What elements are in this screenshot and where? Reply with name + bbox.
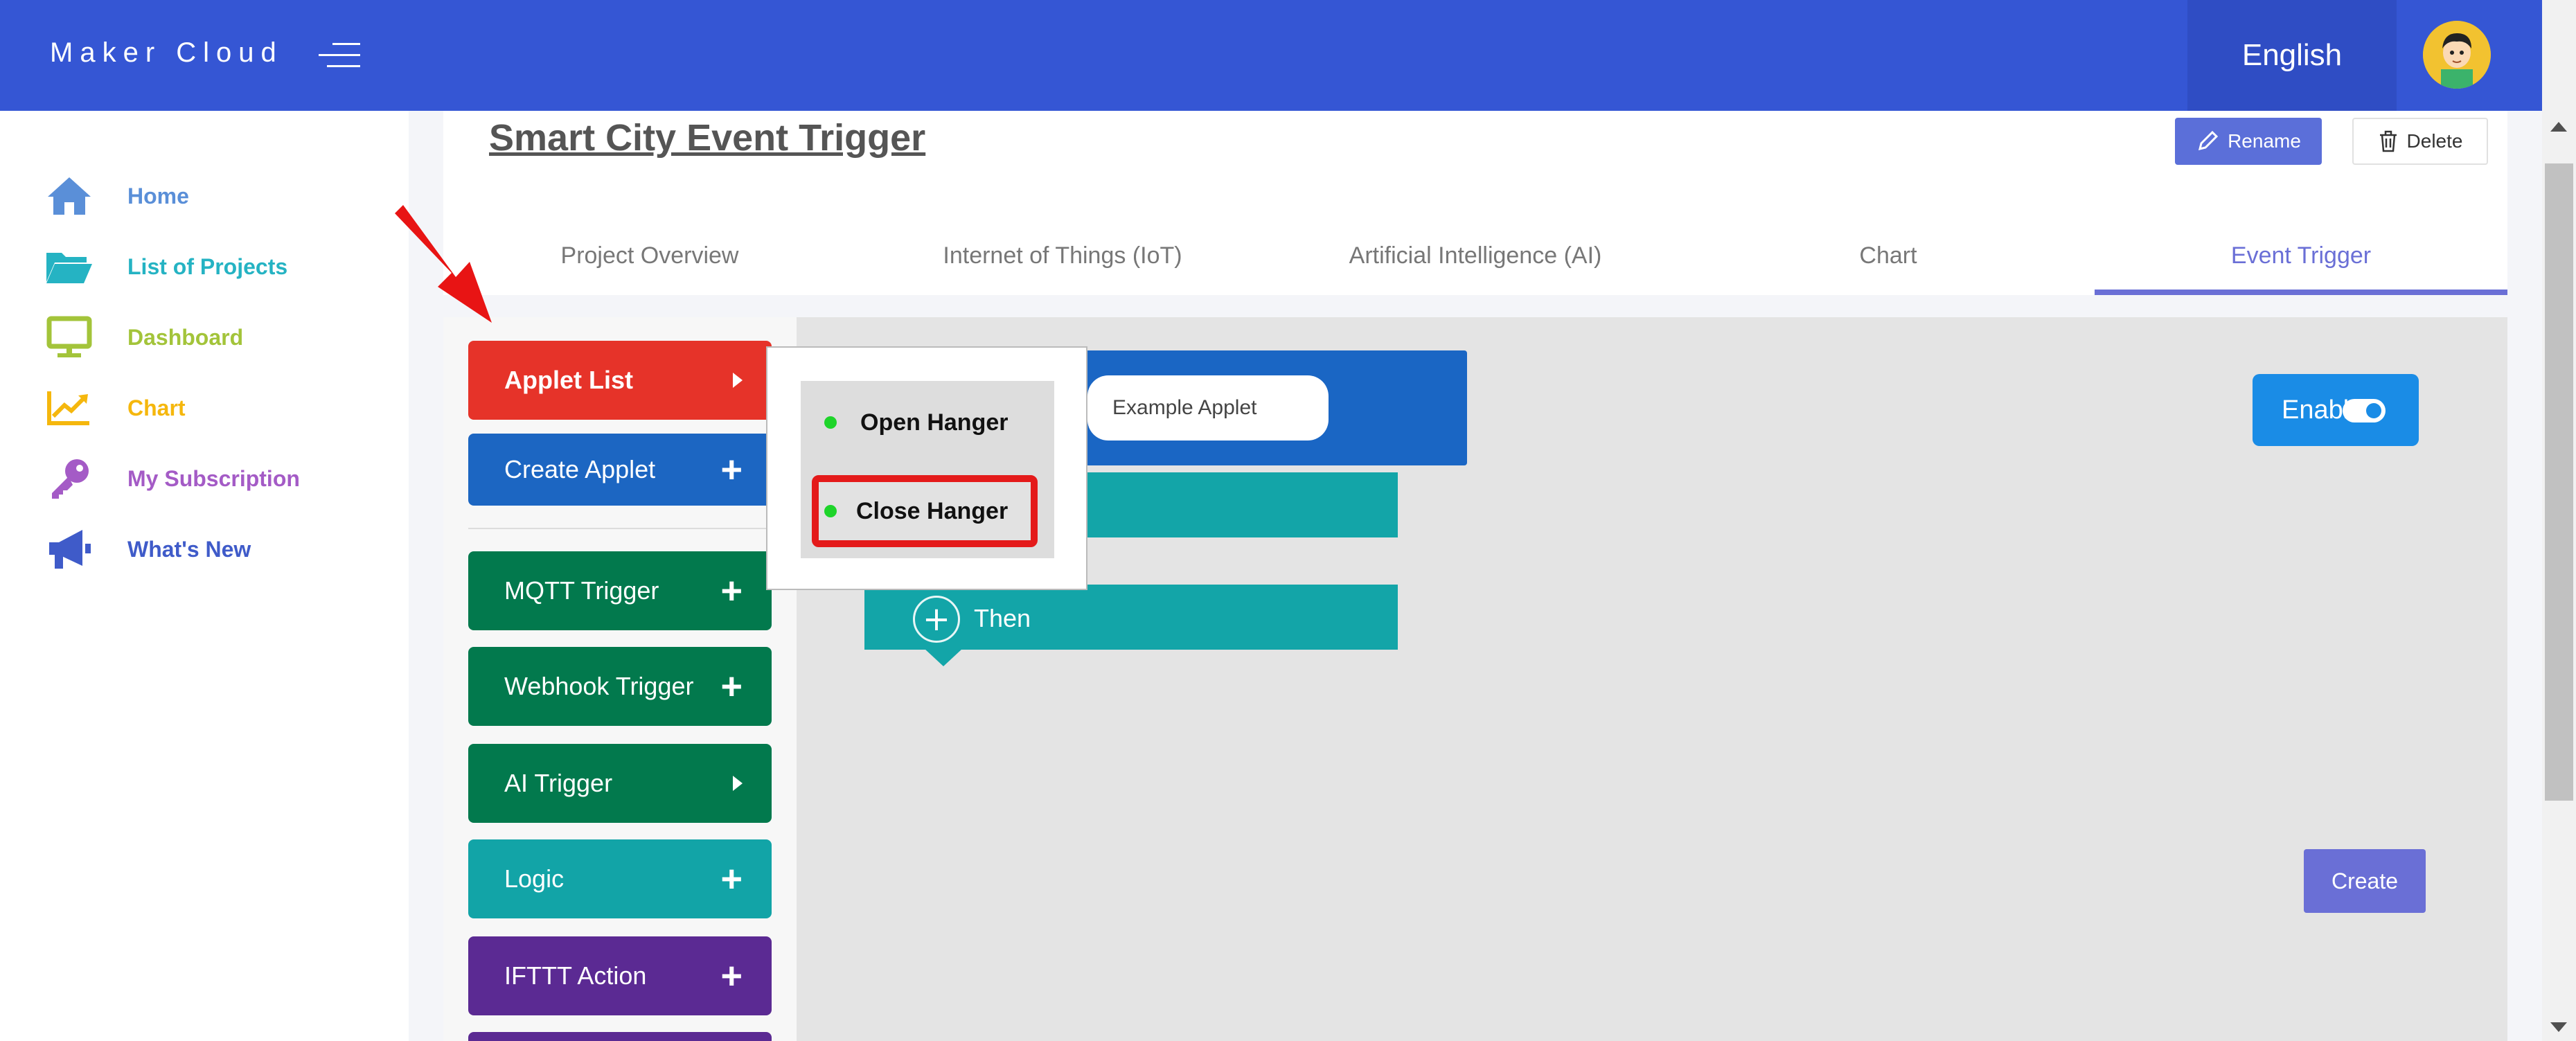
top-navbar: Maker Cloud English: [0, 0, 2542, 111]
status-dot-icon: [824, 416, 837, 429]
tab-iot[interactable]: Internet of Things (IoT): [856, 216, 1269, 295]
project-title[interactable]: Smart City Event Trigger: [489, 116, 925, 159]
then-block-notch: [924, 648, 963, 666]
palette-divider: [468, 528, 772, 529]
project-tabs: Project Overview Internet of Things (IoT…: [443, 216, 2507, 295]
megaphone-icon: [43, 525, 96, 573]
event-trigger-workspace: Applet List Create Applet + MQTT Trigger…: [443, 317, 2507, 1041]
language-selector[interactable]: English: [2187, 0, 2397, 111]
sidebar-item-home[interactable]: Home: [43, 172, 189, 220]
sidebar-item-whats-new[interactable]: What's New: [43, 525, 251, 573]
home-icon: [43, 172, 96, 220]
ifttt-action-label: IFTTT Action: [504, 961, 647, 990]
applet-list-label: Applet List: [504, 366, 633, 394]
enable-toggle-button[interactable]: Enable: [2253, 374, 2419, 446]
create-applet-button[interactable]: Create Applet +: [468, 434, 772, 506]
caret-right-icon: [733, 373, 743, 388]
folder-open-icon: [43, 242, 96, 291]
ifttt-action-button[interactable]: IFTTT Action +: [468, 936, 772, 1015]
open-hanger-label: Open Hanger: [860, 409, 1009, 436]
tab-project-overview[interactable]: Project Overview: [443, 216, 856, 295]
add-action-icon[interactable]: +: [913, 596, 960, 643]
sidebar-item-label: My Subscription: [127, 465, 300, 491]
avatar-face-icon: [2423, 21, 2491, 89]
toggle-switch-icon[interactable]: [2343, 399, 2386, 422]
page-scrollbar[interactable]: [2542, 0, 2576, 1041]
menu-toggle-icon[interactable]: [319, 43, 360, 68]
key-icon: [43, 454, 96, 503]
hanger-popup-menu: Open Hanger Close Hanger: [766, 346, 1087, 590]
main-content: Smart City Event Trigger Rename Delete P…: [443, 111, 2507, 1041]
close-hanger-label: Close Hanger: [856, 497, 1009, 524]
plus-icon: +: [720, 858, 743, 900]
ai-trigger-label: AI Trigger: [504, 769, 613, 797]
trash-icon: [2379, 130, 2397, 152]
scrollbar-thumb[interactable]: [2545, 163, 2573, 801]
webhook-trigger-button[interactable]: Webhook Trigger +: [468, 647, 772, 726]
brand-logo-text[interactable]: Maker Cloud: [50, 37, 283, 69]
sidebar-item-dashboard[interactable]: Dashboard: [43, 313, 243, 362]
hanger-menu-list: Open Hanger Close Hanger: [801, 381, 1054, 558]
scroll-up-icon[interactable]: [2550, 122, 2567, 132]
caret-right-icon: [733, 776, 743, 791]
then-label: Then: [974, 604, 1031, 632]
project-header: Smart City Event Trigger Rename Delete: [443, 111, 2507, 216]
next-palette-button[interactable]: [468, 1032, 772, 1041]
tab-chart[interactable]: Chart: [1682, 216, 2095, 295]
user-avatar[interactable]: [2423, 21, 2491, 89]
sidebar-item-list-of-projects[interactable]: List of Projects: [43, 242, 287, 291]
sidebar-item-label: Home: [127, 183, 189, 208]
logic-button[interactable]: Logic +: [468, 839, 772, 918]
status-dot-icon: [824, 505, 837, 517]
webhook-trigger-label: Webhook Trigger: [504, 672, 694, 700]
sidebar-item-label: What's New: [127, 536, 251, 562]
pencil-icon: [2199, 130, 2219, 151]
applet-name-field[interactable]: Example Applet: [1087, 375, 1329, 441]
create-button[interactable]: Create: [2304, 849, 2426, 913]
sidebar-item-label: List of Projects: [127, 253, 288, 279]
red-arrow-icon: [395, 205, 492, 323]
sidebar-item-label: Dashboard: [127, 324, 244, 350]
plus-icon: +: [720, 666, 743, 707]
monitor-icon: [43, 313, 96, 362]
sidebar: Home List of Projects Dashboard Chart My…: [0, 111, 409, 1041]
applet-list-button[interactable]: Applet List: [468, 341, 772, 420]
tab-event-trigger[interactable]: Event Trigger: [2095, 216, 2507, 295]
sidebar-item-label: Chart: [127, 395, 186, 420]
rename-label: Rename: [2228, 130, 2301, 152]
mqtt-trigger-button[interactable]: MQTT Trigger +: [468, 551, 772, 630]
scroll-down-icon[interactable]: [2550, 1022, 2567, 1032]
sidebar-item-chart[interactable]: Chart: [43, 384, 186, 432]
close-hanger-item[interactable]: Close Hanger: [801, 470, 1054, 553]
tab-ai[interactable]: Artificial Intelligence (AI): [1269, 216, 1682, 295]
delete-label: Delete: [2406, 130, 2463, 152]
logic-label: Logic: [504, 864, 565, 893]
sidebar-item-my-subscription[interactable]: My Subscription: [43, 454, 300, 503]
plus-icon: +: [720, 955, 743, 997]
plus-icon: +: [720, 449, 743, 490]
mqtt-trigger-label: MQTT Trigger: [504, 576, 659, 605]
create-applet-label: Create Applet: [504, 455, 656, 483]
open-hanger-item[interactable]: Open Hanger: [801, 381, 1054, 464]
block-palette: Applet List Create Applet + MQTT Trigger…: [443, 317, 797, 1041]
line-chart-icon: [43, 384, 96, 432]
ai-trigger-button[interactable]: AI Trigger: [468, 744, 772, 823]
plus-icon: +: [720, 570, 743, 612]
rename-button[interactable]: Rename: [2175, 118, 2322, 165]
delete-button[interactable]: Delete: [2352, 118, 2488, 165]
